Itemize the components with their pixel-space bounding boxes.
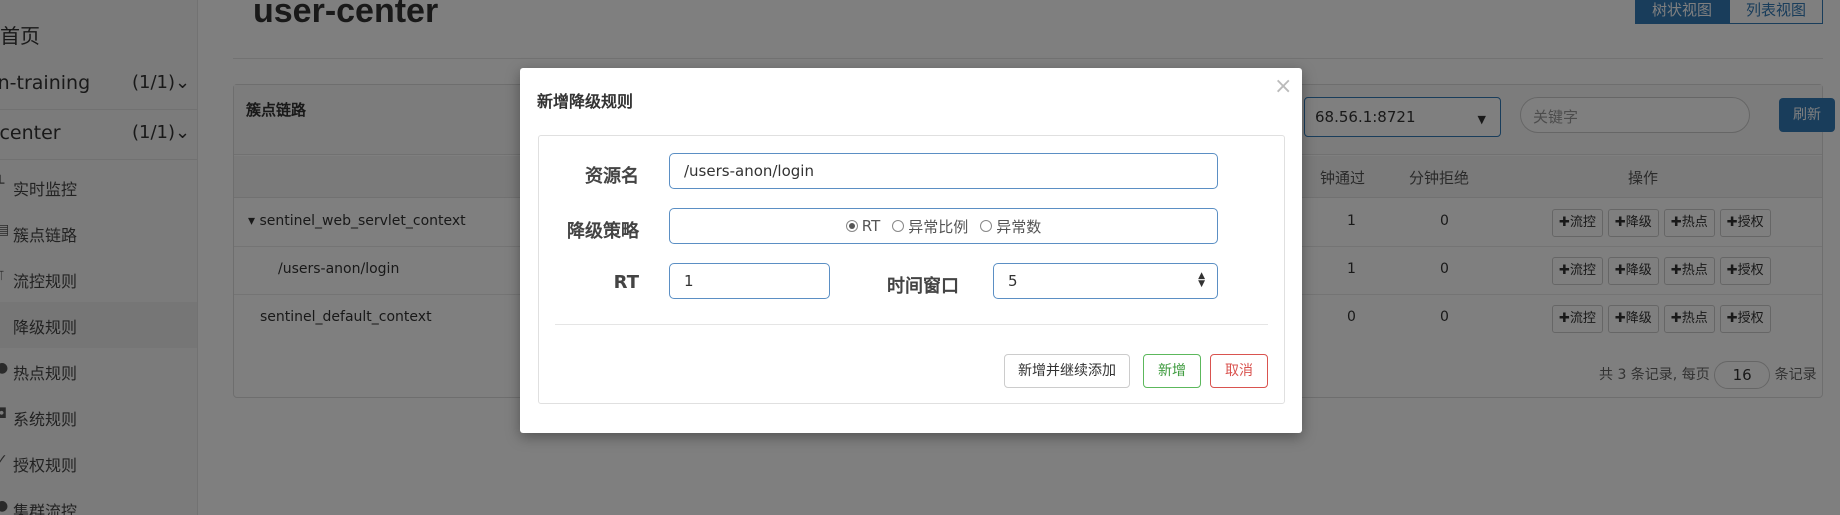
add-button[interactable]: 新增 — [1143, 354, 1201, 388]
strategy-option-rt[interactable]: RT — [845, 217, 880, 235]
rt-input[interactable]: 1 — [669, 263, 830, 299]
spinner-arrows-icon[interactable]: ▲ ▼ — [1198, 272, 1205, 289]
add-degrade-rule-dialog: 新增降级规则 × 资源名 /users-anon/login 降级策略 RT 异… — [520, 68, 1302, 433]
time-window-label: 时间窗口 — [887, 276, 959, 297]
strategy-option-exception-count[interactable]: 异常数 — [980, 216, 1041, 237]
strategy-label: 降级策略 — [567, 221, 639, 242]
radio-icon[interactable] — [980, 220, 993, 232]
dialog-title: 新增降级规则 — [537, 92, 634, 111]
cancel-button[interactable]: 取消 — [1210, 354, 1268, 388]
divider — [555, 324, 1268, 325]
dialog-form: 资源名 /users-anon/login 降级策略 RT 异常比例 异常数 R… — [538, 135, 1285, 404]
add-and-continue-button[interactable]: 新增并继续添加 — [1004, 354, 1130, 388]
resource-name-input[interactable]: /users-anon/login — [669, 153, 1218, 189]
rt-label: RT — [613, 272, 639, 293]
resource-label: 资源名 — [585, 166, 639, 187]
close-icon[interactable]: × — [1274, 74, 1292, 99]
strategy-radio-group: RT 异常比例 异常数 — [669, 208, 1218, 244]
radio-icon[interactable] — [892, 220, 905, 232]
time-window-input[interactable]: 5 ▲ ▼ — [993, 263, 1218, 299]
radio-checked-icon[interactable] — [845, 220, 858, 232]
strategy-option-exception-ratio[interactable]: 异常比例 — [892, 216, 968, 237]
